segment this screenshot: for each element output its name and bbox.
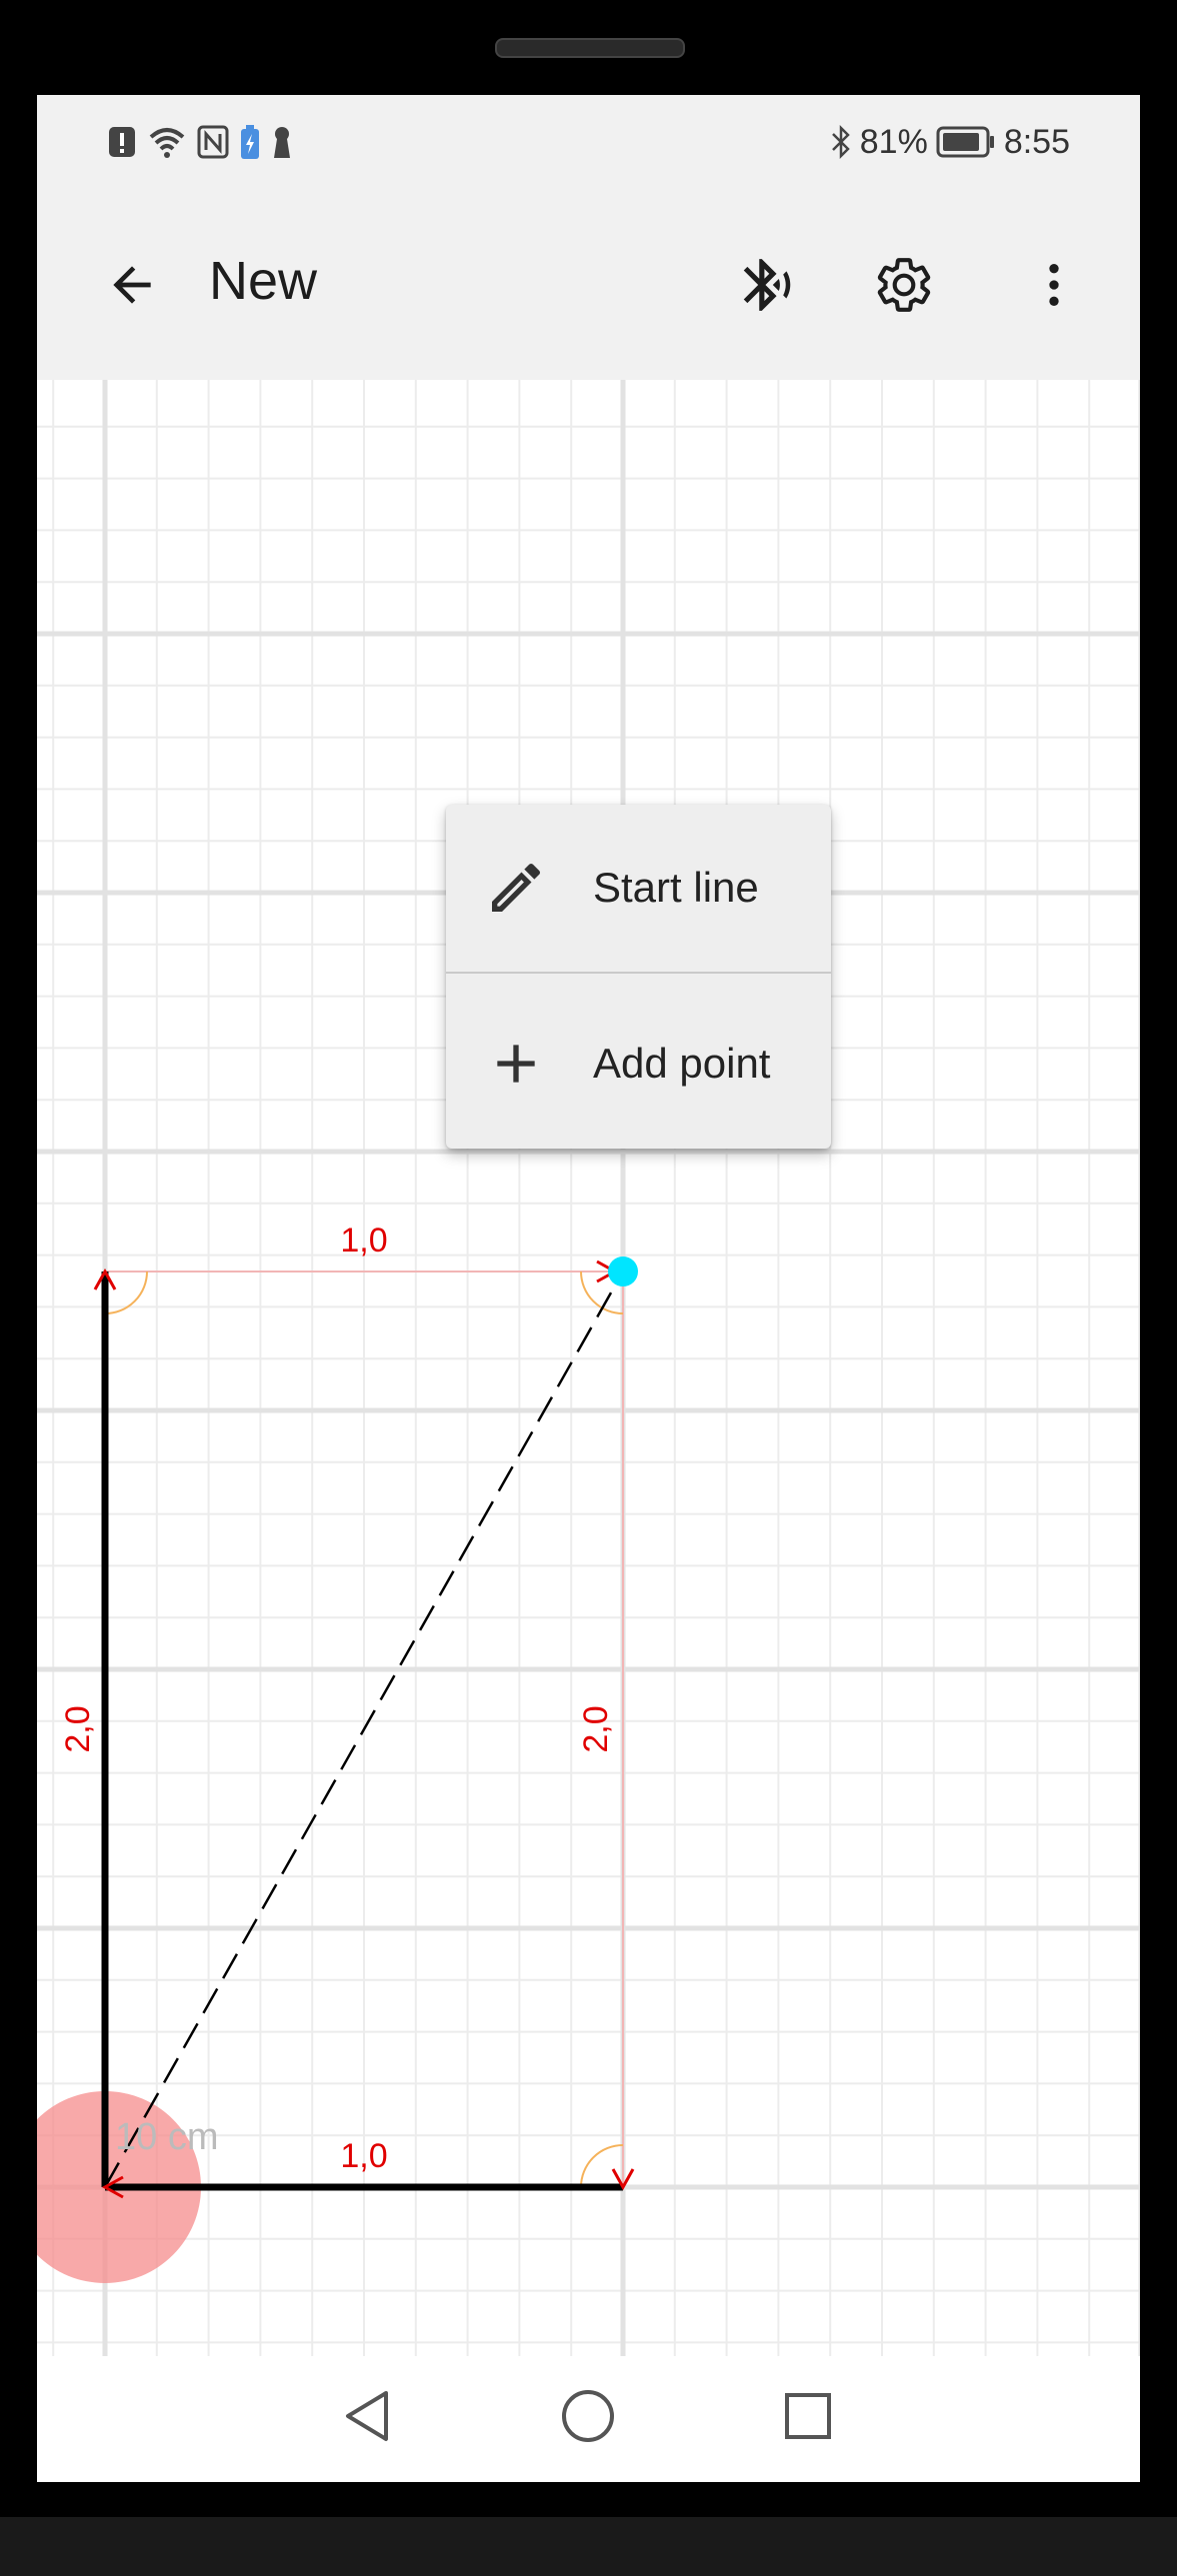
phone-screen: 81% 8:55 New 1,0 1,0 2,0 2,0 10 cm Start… (37, 95, 1140, 2482)
phone-bottom-edge (0, 2517, 1177, 2576)
arrow-back-icon (113, 266, 151, 304)
bluetooth-icon (831, 124, 850, 160)
angle-arc-bottom-right (580, 2144, 624, 2188)
status-bar: 81% 8:55 (37, 95, 1140, 190)
app-bar: New (37, 190, 1140, 380)
right-segment-label: 2,0 (577, 1705, 615, 1752)
menu-divider (446, 972, 831, 974)
battery-percent: 81% (859, 122, 928, 161)
context-menu: Start line Add point (446, 805, 831, 1149)
menu-item-add-point[interactable]: Add point (446, 989, 831, 1139)
bluetooth-audio-icon (743, 259, 791, 311)
bluetooth-connect-button[interactable] (722, 240, 812, 330)
drawing-surface[interactable]: 1,0 1,0 2,0 2,0 10 cm (37, 380, 1140, 2409)
page-title: New (209, 251, 318, 311)
clock: 8:55 (1003, 122, 1070, 161)
alert-icon (109, 127, 135, 157)
selected-point[interactable] (608, 1257, 638, 1287)
keyhole-icon (274, 127, 290, 158)
drawing-canvas[interactable]: 1,0 1,0 2,0 2,0 10 cm (37, 380, 1140, 2409)
nfc-icon (197, 125, 229, 159)
left-segment-label: 2,0 (59, 1705, 97, 1752)
recents-square-icon (785, 2393, 831, 2439)
pencil-icon (492, 863, 541, 912)
status-left-icons (107, 120, 293, 164)
back-button[interactable] (87, 240, 177, 330)
grid-minor-lines (37, 380, 1140, 2409)
back-triangle-icon (346, 2391, 388, 2441)
more-options-button[interactable] (1009, 240, 1099, 330)
home-circle-icon (562, 2390, 614, 2442)
scale-label: 10 cm (115, 2116, 218, 2158)
status-right-icons: 81% 8:55 (830, 120, 1070, 164)
gear-icon (877, 258, 931, 312)
battery-saver-icon (241, 125, 259, 159)
grid-major-lines (37, 380, 1140, 2409)
more-vert-icon (1049, 264, 1059, 306)
plus-icon (497, 1045, 535, 1083)
menu-item-start-line[interactable]: Start line (446, 813, 831, 963)
nav-recents-button[interactable] (758, 2376, 858, 2456)
nav-home-button[interactable] (538, 2376, 638, 2456)
nav-back-button[interactable] (317, 2376, 417, 2456)
menu-item-label: Add point (593, 1040, 771, 1087)
earpiece-speaker (495, 38, 685, 58)
system-nav-bar (37, 2356, 1140, 2482)
menu-item-label: Start line (593, 864, 759, 911)
settings-button[interactable] (859, 240, 949, 330)
bottom-segment-label: 1,0 (340, 2137, 387, 2175)
top-segment-label: 1,0 (340, 1222, 387, 1260)
wifi-icon (149, 128, 185, 158)
battery-icon (936, 126, 994, 158)
